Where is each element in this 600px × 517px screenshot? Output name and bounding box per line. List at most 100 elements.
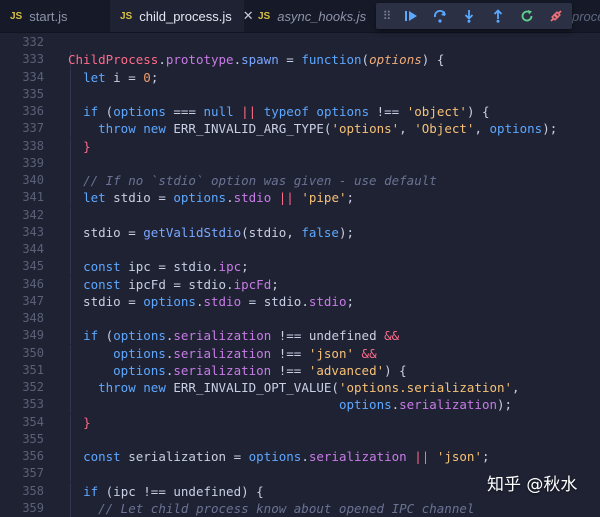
code-line[interactable]: 338 }: [0, 137, 600, 155]
continue-icon[interactable]: [396, 3, 425, 29]
code-line[interactable]: 346 const ipcFd = stdio.ipcFd;: [0, 275, 600, 293]
token-op: &&: [361, 345, 377, 361]
line-number[interactable]: 358: [0, 483, 44, 500]
token-kw: new: [143, 380, 166, 395]
line-number[interactable]: 350: [0, 345, 44, 362]
code-line[interactable]: 347 stdio = options.stdio = stdio.stdio;: [0, 292, 600, 310]
code-line[interactable]: 345 const ipc = stdio.ipc;: [0, 258, 600, 276]
line-number[interactable]: 359: [0, 500, 44, 517]
code-text: const ipc = stdio.ipc;: [68, 258, 249, 275]
line-number[interactable]: 337: [0, 120, 44, 137]
line-number[interactable]: 340: [0, 172, 44, 189]
code-line[interactable]: 356 const serialization = options.serial…: [0, 448, 600, 465]
token-pl: ;: [346, 190, 355, 206]
step-into-icon[interactable]: [454, 3, 483, 29]
token-pl: stdio =: [68, 224, 144, 240]
token-prop: serialization: [173, 362, 272, 378]
line-number[interactable]: 357: [0, 465, 44, 482]
restart-icon[interactable]: [512, 3, 541, 29]
line-number[interactable]: 335: [0, 86, 44, 103]
code-line[interactable]: 351 options.serialization !== 'advanced'…: [0, 361, 600, 379]
line-number[interactable]: 333: [0, 51, 44, 68]
token-pl: ) {: [421, 52, 445, 68]
indent-guide: [70, 310, 71, 327]
line-number[interactable]: 346: [0, 276, 44, 293]
token-pl: stdio =: [68, 293, 144, 309]
tab-start-js[interactable]: JS start.js: [0, 0, 102, 32]
line-number[interactable]: 354: [0, 414, 44, 431]
token-op: }: [83, 138, 91, 154]
line-number[interactable]: 336: [0, 103, 44, 120]
line-number[interactable]: 353: [0, 396, 44, 413]
line-number[interactable]: 341: [0, 189, 44, 206]
code-line[interactable]: 352 throw new ERR_INVALID_OPT_VALUE('opt…: [0, 379, 600, 396]
line-number[interactable]: 345: [0, 258, 44, 275]
indent-guide: [70, 154, 71, 172]
step-out-icon[interactable]: [483, 3, 512, 29]
code-line[interactable]: 342: [0, 206, 600, 224]
code-text: if (options.serialization !== undefined …: [68, 327, 399, 344]
code-line[interactable]: 333 ChildProcess.prototype.spawn = functi…: [0, 51, 600, 69]
token-pl: !== undefined: [271, 328, 385, 344]
code-line[interactable]: 340 // If no `stdio` option was given - …: [0, 172, 600, 189]
token-com: // Let child process know about opened I…: [98, 500, 475, 516]
token-pl: i =: [105, 69, 144, 85]
code-line[interactable]: 355: [0, 430, 600, 448]
code-line[interactable]: 348: [0, 310, 600, 327]
code-line[interactable]: 337 throw new ERR_INVALID_ARG_TYPE('opti…: [0, 120, 600, 138]
code-line[interactable]: 344: [0, 241, 600, 258]
line-number[interactable]: 356: [0, 448, 44, 465]
code-line[interactable]: 339: [0, 154, 600, 172]
line-number[interactable]: 347: [0, 293, 44, 310]
code-text: let i = 0;: [68, 69, 158, 86]
line-number[interactable]: 352: [0, 379, 44, 396]
code-line[interactable]: 349 if (options.serialization !== undefi…: [0, 327, 600, 345]
line-number[interactable]: 344: [0, 241, 44, 258]
token-kw: const: [83, 276, 121, 292]
code-line[interactable]: 335: [0, 85, 600, 103]
line-number[interactable]: 334: [0, 69, 44, 86]
code-line[interactable]: 359 // Let child process know about open…: [0, 499, 600, 517]
line-number[interactable]: 342: [0, 207, 44, 224]
token-kw: new: [143, 121, 166, 137]
line-number[interactable]: 332: [0, 34, 44, 51]
debug-toolbar: ⠿: [376, 3, 572, 29]
code-line[interactable]: 341 let stdio = options.stdio || 'pipe';: [0, 189, 600, 207]
code-line[interactable]: 336 if (options === null || typeof optio…: [0, 103, 600, 120]
code-editor[interactable]: 332 333 ChildProcess.prototype.spawn = fun…: [0, 32, 600, 517]
code-line[interactable]: 354 }: [0, 413, 600, 431]
line-number[interactable]: 351: [0, 362, 44, 379]
code-line[interactable]: 353 options.serialization);: [0, 396, 600, 414]
line-number[interactable]: 348: [0, 310, 44, 327]
token-pl: ;: [346, 293, 355, 309]
token-pl: ;: [241, 259, 249, 275]
code-line[interactable]: 334 let i = 0;: [0, 68, 600, 86]
token-prop: stdio: [308, 293, 347, 309]
token-pl: !==: [271, 345, 309, 361]
line-number[interactable]: 343: [0, 224, 44, 241]
line-number[interactable]: 355: [0, 431, 44, 448]
indent-guide: [70, 241, 71, 258]
code-line[interactable]: 350 options.serialization !== 'json' &&: [0, 344, 600, 362]
line-number[interactable]: 349: [0, 327, 44, 344]
token-pl: serialization =: [120, 449, 249, 464]
tab-async-hooks-js[interactable]: JS async_hooks.js: [248, 0, 376, 32]
line-number[interactable]: 339: [0, 155, 44, 172]
code-line[interactable]: 332: [0, 34, 600, 51]
token-pl: ;: [150, 69, 159, 85]
token-prop: stdio: [203, 293, 242, 309]
tab-label: async_hooks.js: [277, 8, 367, 24]
disconnect-icon[interactable]: [541, 3, 570, 29]
code-text: let stdio = options.stdio || 'pipe';: [68, 189, 354, 206]
token-op: &&: [384, 328, 400, 344]
code-line[interactable]: 343 stdio = getValidStdio(stdio, false);: [0, 223, 600, 241]
token-pl: ,: [474, 121, 490, 137]
step-over-icon[interactable]: [425, 3, 454, 29]
token-pl: ipc = stdio.: [120, 259, 219, 275]
drag-grip-icon[interactable]: ⠿: [376, 3, 396, 29]
line-number[interactable]: 338: [0, 138, 44, 155]
tab-child-process-js[interactable]: JS child_process.js ✕: [110, 0, 254, 32]
tab-overflow[interactable]: proces: [572, 0, 600, 32]
